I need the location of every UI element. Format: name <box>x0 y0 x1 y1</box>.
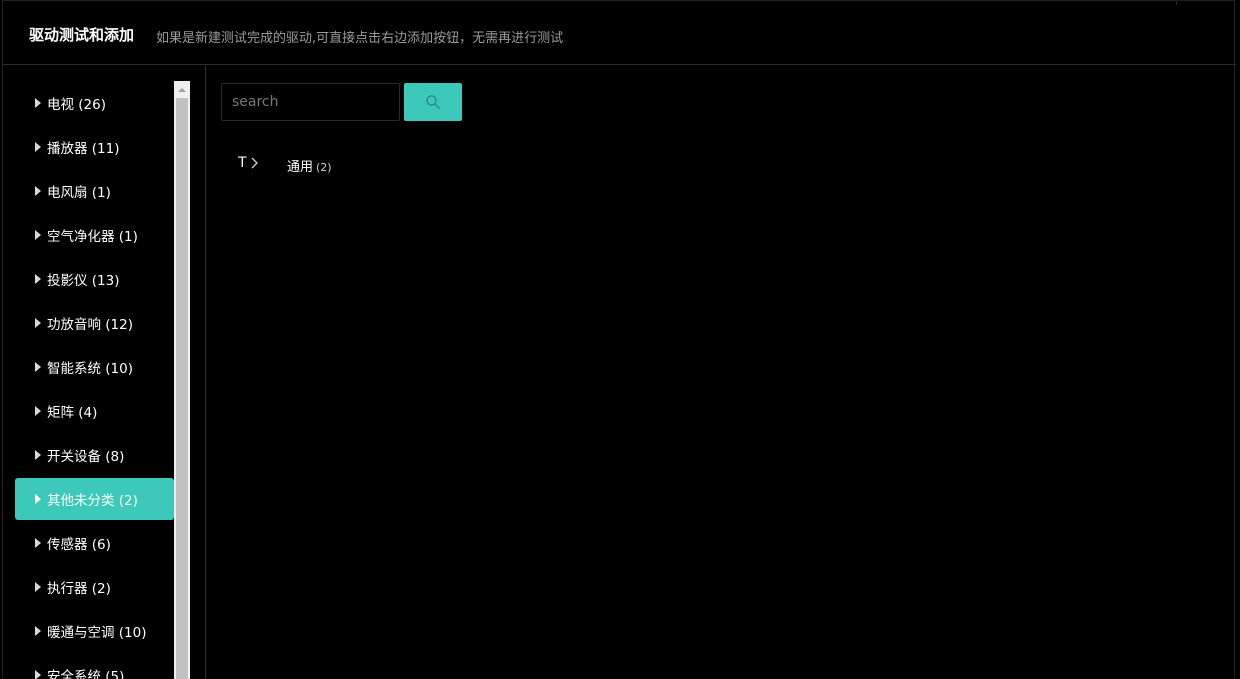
sidebar-item-label: 安全系统 (5) <box>47 669 125 679</box>
sidebar-item[interactable]: 电视 (26) <box>15 82 174 124</box>
sidebar-item[interactable]: 执行器 (2) <box>15 566 174 608</box>
caret-right-icon <box>35 186 41 196</box>
sidebar-item[interactable]: 智能系统 (10) <box>15 346 174 388</box>
caret-right-icon <box>35 98 41 108</box>
sidebar-item[interactable]: 播放器 (11) <box>15 126 174 168</box>
sidebar-item-label: 开关设备 (8) <box>47 449 125 465</box>
scroll-up-arrow-icon <box>178 87 186 92</box>
search-input[interactable] <box>221 83 400 121</box>
filter-item-label: 通用 <box>287 160 314 175</box>
caret-right-icon <box>35 450 41 460</box>
caret-right-icon <box>35 274 41 284</box>
sidebar-item-label: 电风扇 (1) <box>47 185 111 201</box>
sidebar-scrollbar[interactable] <box>174 81 190 679</box>
sidebar-item-label: 播放器 (11) <box>47 141 120 157</box>
scroll-up-button[interactable] <box>174 81 190 98</box>
sidebar-item[interactable]: 空气净化器 (1) <box>15 214 174 256</box>
sidebar-item[interactable]: 开关设备 (8) <box>15 434 174 476</box>
page-header: 驱动测试和添加 如果是新建测试完成的驱动,可直接点击右边添加按钮，无需再进行测试 <box>3 1 1236 65</box>
sidebar-item-label: 功放音响 (12) <box>47 317 134 333</box>
sidebar-item-label: 矩阵 (4) <box>47 405 98 421</box>
caret-right-icon <box>35 538 41 548</box>
caret-right-icon <box>35 626 41 636</box>
filter-item-count: (2) <box>316 161 332 174</box>
main-window: 驱动测试和添加 如果是新建测试完成的驱动,可直接点击右边添加按钮，无需再进行测试… <box>2 0 1236 679</box>
sidebar-item-label: 传感器 (6) <box>47 537 111 553</box>
sidebar-item[interactable]: 电风扇 (1) <box>15 170 174 212</box>
caret-right-icon <box>35 142 41 152</box>
sidebar-item[interactable]: 功放音响 (12) <box>15 302 174 344</box>
page-title: 驱动测试和添加 <box>29 26 135 44</box>
filter-letter[interactable]: T <box>238 155 247 171</box>
sidebar-item[interactable]: 传感器 (6) <box>15 522 174 564</box>
caret-right-icon <box>35 362 41 372</box>
sidebar-item-label: 电视 (26) <box>47 97 107 113</box>
caret-right-icon <box>35 582 41 592</box>
sidebar-item-label: 智能系统 (10) <box>47 361 134 377</box>
chevron-right-icon <box>251 157 258 169</box>
category-sidebar: 电视 (26) 播放器 (11) 电风扇 (1) 空气净化器 (1) 投影仪 (13) 功… <box>3 66 206 679</box>
filter-item-general[interactable]: 通用 (2) <box>287 156 332 175</box>
caret-right-icon <box>35 494 41 504</box>
sidebar-item-label: 暖通与空调 (10) <box>47 625 147 641</box>
search-button[interactable] <box>404 83 462 121</box>
sidebar-item-label: 空气净化器 (1) <box>47 229 138 245</box>
caret-right-icon <box>35 406 41 416</box>
sidebar-item[interactable]: 暖通与空调 (10) <box>15 610 174 652</box>
caret-right-icon <box>35 318 41 328</box>
sidebar-item[interactable]: 矩阵 (4) <box>15 390 174 432</box>
sidebar-item-label: 其他未分类 (2) <box>47 493 138 509</box>
scroll-thumb[interactable] <box>176 98 188 679</box>
search-icon <box>426 95 440 109</box>
sidebar-item[interactable]: 安全系统 (5) <box>15 654 174 679</box>
sidebar-item-label: 投影仪 (13) <box>47 273 120 289</box>
caret-right-icon <box>35 230 41 240</box>
sidebar-item[interactable]: 其他未分类 (2) <box>15 478 174 520</box>
page-subtitle: 如果是新建测试完成的驱动,可直接点击右边添加按钮，无需再进行测试 <box>156 31 564 46</box>
sidebar-item[interactable]: 投影仪 (13) <box>15 258 174 300</box>
sidebar-item-label: 执行器 (2) <box>47 581 111 597</box>
